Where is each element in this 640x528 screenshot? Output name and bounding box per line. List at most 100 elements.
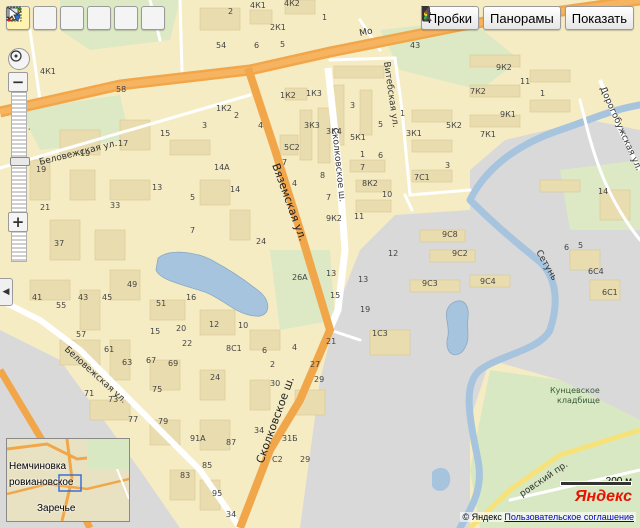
svg-text:1К3: 1К3	[306, 89, 322, 98]
plus-icon: +	[11, 213, 25, 231]
svg-text:3К4: 3К4	[326, 127, 342, 136]
svg-text:1К2: 1К2	[216, 104, 232, 113]
zoom-slider-thumb[interactable]	[10, 157, 30, 166]
svg-text:10: 10	[238, 321, 248, 330]
svg-text:6: 6	[378, 151, 383, 160]
svg-text:7К1: 7К1	[480, 130, 496, 139]
panoramas-button[interactable]: Панорамы	[424, 6, 561, 30]
svg-text:33: 33	[110, 201, 120, 210]
svg-text:49: 49	[127, 280, 137, 289]
svg-text:43: 43	[410, 41, 420, 50]
show-layers-dropdown[interactable]: Показать	[420, 6, 634, 30]
svg-text:14: 14	[598, 187, 608, 196]
svg-text:6: 6	[254, 41, 259, 50]
svg-text:75: 75	[152, 385, 162, 394]
svg-text:1К2: 1К2	[280, 91, 296, 100]
svg-text:5К2: 5К2	[446, 121, 462, 130]
svg-text:9С8: 9С8	[442, 230, 458, 239]
zoom-slider-track[interactable]	[10, 92, 30, 262]
cursor-icon	[8, 7, 21, 21]
svg-text:1: 1	[400, 109, 405, 118]
svg-text:7К2: 7К2	[470, 87, 486, 96]
svg-text:13: 13	[326, 269, 336, 278]
svg-text:7: 7	[282, 158, 287, 167]
svg-text:7: 7	[326, 193, 331, 202]
svg-text:95: 95	[212, 489, 222, 498]
svg-text:19: 19	[36, 165, 46, 174]
svg-text:3К3: 3К3	[304, 121, 320, 130]
svg-text:24: 24	[210, 373, 220, 382]
svg-text:13: 13	[358, 275, 368, 284]
svg-text:55: 55	[56, 301, 66, 310]
map-canvas[interactable]: Беловежская ул. Вяземская ул. Сколковско…	[0, 0, 640, 528]
svg-text:8: 8	[320, 171, 325, 180]
svg-text:12: 12	[209, 320, 219, 329]
svg-text:2: 2	[234, 111, 239, 120]
svg-text:63: 63	[122, 358, 132, 367]
svg-text:19: 19	[360, 305, 370, 314]
map-toolbar	[6, 6, 165, 30]
minimap-label-zareche: Заречье	[37, 503, 76, 514]
svg-text:16: 16	[186, 293, 196, 302]
placemark-tool-button[interactable]	[6, 6, 138, 30]
svg-text:21: 21	[40, 203, 50, 212]
svg-text:37: 37	[54, 239, 64, 248]
svg-text:11: 11	[354, 212, 364, 221]
compass-button[interactable]	[8, 48, 30, 70]
svg-text:15: 15	[330, 291, 340, 300]
copyright-text: © Яндекс	[462, 512, 502, 522]
svg-text:7: 7	[190, 226, 195, 235]
zoom-in-button[interactable]: +	[8, 212, 28, 232]
svg-text:71: 71	[84, 389, 94, 398]
zoom-out-button[interactable]: −	[8, 72, 28, 92]
svg-text:7С1: 7С1	[414, 173, 430, 182]
svg-text:91А: 91А	[190, 434, 206, 443]
svg-text:1: 1	[540, 89, 545, 98]
svg-text:19: 19	[80, 149, 90, 158]
cemetery-label-line2: кладбище	[557, 396, 600, 405]
svg-text:85: 85	[202, 461, 212, 470]
svg-text:1: 1	[360, 150, 365, 159]
svg-text:8К2: 8К2	[362, 179, 378, 188]
chevron-left-icon: ◀	[2, 287, 10, 297]
svg-text:4: 4	[292, 343, 297, 352]
svg-text:9К2: 9К2	[496, 63, 512, 72]
svg-text:5: 5	[578, 241, 583, 250]
report-tool-button[interactable]	[8, 6, 165, 30]
svg-text:11: 11	[520, 77, 530, 86]
svg-text:5К1: 5К1	[350, 133, 366, 142]
map-layer-buttons: Пробки Панорамы Показать	[420, 6, 634, 30]
svg-text:9С4: 9С4	[480, 277, 496, 286]
svg-text:17: 17	[118, 139, 128, 148]
svg-text:5: 5	[378, 120, 383, 129]
svg-text:6С4: 6С4	[588, 267, 604, 276]
minimap[interactable]: Немчиновка ровиановское Заречье	[6, 438, 130, 522]
svg-text:9С3: 9С3	[422, 279, 438, 288]
svg-text:3К1: 3К1	[406, 129, 422, 138]
ruler-tool-button[interactable]	[7, 6, 84, 30]
svg-text:2: 2	[270, 360, 275, 369]
svg-text:5С2: 5С2	[284, 143, 300, 152]
svg-text:14А: 14А	[214, 163, 230, 172]
chevron-down-icon	[420, 6, 429, 12]
svg-text:13: 13	[152, 183, 162, 192]
svg-text:15: 15	[150, 327, 160, 336]
scale-line	[560, 481, 632, 486]
svg-text:27: 27	[310, 360, 320, 369]
svg-text:58: 58	[116, 85, 126, 94]
svg-text:73: 73	[108, 395, 118, 404]
svg-text:9К2: 9К2	[326, 214, 342, 223]
magnifier-tool-button[interactable]	[6, 6, 57, 30]
svg-text:43: 43	[78, 293, 88, 302]
svg-text:9С2: 9С2	[452, 249, 468, 258]
cemetery-label-line1: Кунцевское	[550, 386, 600, 395]
minimap-label-rovianovskoe: ровиановское	[9, 477, 74, 488]
side-panel-toggle[interactable]: ◀	[0, 278, 13, 306]
user-agreement-link[interactable]: Пользовательское соглашение	[504, 512, 634, 522]
svg-text:45: 45	[102, 293, 112, 302]
svg-text:20: 20	[176, 324, 186, 333]
scale-bar: 200 м	[560, 469, 632, 488]
svg-text:2К1: 2К1	[270, 23, 286, 32]
route-tool-button[interactable]	[7, 6, 111, 30]
svg-text:3: 3	[445, 161, 450, 170]
